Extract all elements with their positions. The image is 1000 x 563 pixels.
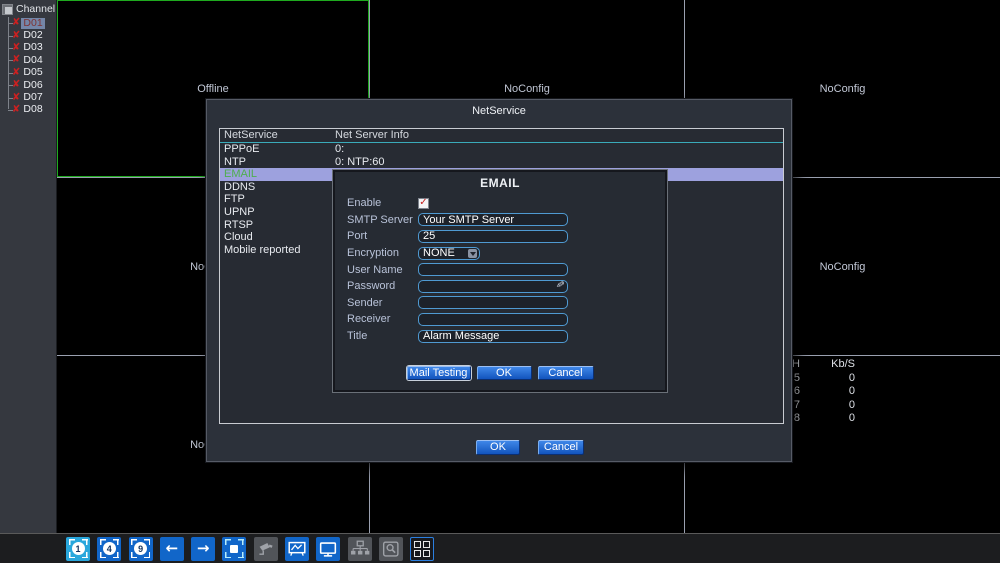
disk-search-button[interactable] — [378, 536, 403, 561]
ptz-button[interactable] — [253, 536, 278, 561]
channel-label: D07 — [23, 91, 43, 104]
form-row: Password ✎ — [347, 278, 655, 295]
cancel-button[interactable]: Cancel — [538, 440, 584, 455]
mail-testing-button[interactable]: Mail Testing — [406, 366, 471, 380]
view-nine-button[interactable]: 9 — [128, 536, 153, 561]
enable-checkbox[interactable]: ✓ — [418, 197, 429, 209]
cell-status-label: NoConfig — [504, 82, 550, 95]
channel-item[interactable]: ✘ D07 — [0, 91, 56, 103]
channel-grid-button[interactable] — [410, 536, 435, 561]
view-single-button[interactable]: 1 — [66, 536, 90, 561]
form-row: Sender — [347, 295, 655, 312]
dialog-title: EMAIL — [480, 176, 520, 190]
channel-item[interactable]: ✘ D01 — [0, 17, 56, 29]
channel-label: D04 — [23, 53, 43, 66]
form-row: Port — [347, 228, 655, 245]
channel-panel: Channel ✘ D01 ✘ D02 ✘ D03 ✘ D04 ✘ D05 ✘ … — [0, 0, 57, 533]
channel-label: D06 — [23, 78, 43, 91]
channel-label: D03 — [23, 41, 43, 54]
netservice-row[interactable]: NTP 0: NTP:60 — [220, 156, 783, 169]
channel-item[interactable]: ✘ D06 — [0, 79, 56, 91]
channel-window-icon — [2, 3, 13, 15]
channel-label: D08 — [23, 103, 43, 116]
channel-tree: ✘ D01 ✘ D02 ✘ D03 ✘ D04 ✘ D05 ✘ D06 ✘ D0… — [0, 17, 56, 116]
cancel-button[interactable]: Cancel — [537, 366, 594, 380]
form-row: User Name — [347, 261, 655, 278]
offline-x-icon: ✘ — [12, 29, 21, 41]
email-dialog: EMAIL Enable ✓ SMTP Server Port Encrypti… — [333, 170, 667, 392]
title-input[interactable] — [418, 329, 568, 343]
offline-x-icon: ✘ — [12, 103, 21, 115]
prev-page-button[interactable]: ← — [159, 536, 184, 561]
channel-label: D05 — [23, 66, 43, 79]
network-button[interactable] — [347, 536, 372, 561]
dropdown-arrow-icon — [468, 248, 477, 258]
receiver-input[interactable] — [418, 312, 568, 326]
smtp-server-input[interactable] — [418, 213, 568, 227]
form-row: SMTP Server — [347, 212, 655, 229]
network-tree-icon — [350, 540, 370, 554]
offline-x-icon: ✘ — [12, 54, 21, 66]
channel-item[interactable]: ✘ D08 — [0, 104, 56, 116]
toolbar: 1 4 9 ← → — [0, 533, 1000, 563]
display-button[interactable] — [316, 536, 341, 561]
netservice-list-header: NetService Net Server Info — [220, 129, 783, 143]
offline-x-icon: ✘ — [12, 91, 21, 103]
channel-item[interactable]: ✘ D05 — [0, 67, 56, 79]
email-button-row: Mail Testing OK Cancel — [335, 366, 665, 380]
channel-grid-icon — [414, 540, 431, 557]
offline-x-icon: ✘ — [12, 41, 21, 53]
form-row: Title — [347, 328, 655, 345]
email-form: Enable ✓ SMTP Server Port Encryption NON… — [347, 195, 655, 344]
form-row: Enable ✓ — [347, 197, 429, 210]
channel-label: D02 — [23, 29, 43, 42]
sender-input[interactable] — [418, 296, 568, 310]
channel-item[interactable]: ✘ D04 — [0, 54, 56, 66]
next-page-button[interactable]: → — [191, 536, 216, 561]
color-adjust-button[interactable] — [285, 536, 310, 561]
netservice-row[interactable]: PPPoE 0: — [220, 143, 783, 156]
offline-x-icon: ✘ — [12, 66, 21, 78]
dialog-title: NetService — [472, 105, 526, 117]
cell-status-label: NoConfig — [819, 82, 866, 95]
form-row: Receiver — [347, 311, 655, 328]
offline-x-icon: ✘ — [12, 17, 21, 29]
port-input[interactable] — [418, 229, 568, 243]
password-input[interactable] — [418, 279, 568, 293]
ok-button[interactable]: OK — [476, 366, 532, 380]
check-mark-icon: ✓ — [419, 197, 428, 209]
channel-panel-header: Channel — [0, 0, 56, 16]
monitor-icon — [320, 541, 337, 557]
center-square-icon — [230, 544, 239, 553]
username-input[interactable] — [418, 263, 568, 277]
offline-x-icon: ✘ — [12, 79, 21, 91]
cell-status-label: NoConfig — [819, 260, 866, 273]
channel-label: D01 — [21, 16, 45, 29]
channel-item[interactable]: ✘ D03 — [0, 42, 56, 54]
waveform-screen-icon — [288, 541, 306, 556]
cell-status-label: Offline — [197, 82, 229, 95]
ok-button[interactable]: OK — [476, 440, 520, 455]
encryption-select[interactable]: NONE — [418, 246, 480, 260]
encryption-selected-value: NONE — [423, 246, 455, 259]
disk-search-icon — [382, 540, 399, 557]
ptz-camera-icon — [259, 542, 273, 555]
left-arrow-icon: ← — [165, 539, 179, 557]
channel-panel-title: Channel — [16, 3, 56, 15]
dvr-screen: { "sidebar": { "header": "Channel", "cha… — [0, 0, 1000, 563]
right-arrow-icon: → — [196, 539, 210, 557]
channel-item[interactable]: ✘ D02 — [0, 29, 56, 41]
form-row: Encryption NONE — [347, 245, 655, 262]
loop-view-button[interactable] — [222, 536, 247, 561]
view-quad-button[interactable]: 4 — [97, 536, 122, 561]
